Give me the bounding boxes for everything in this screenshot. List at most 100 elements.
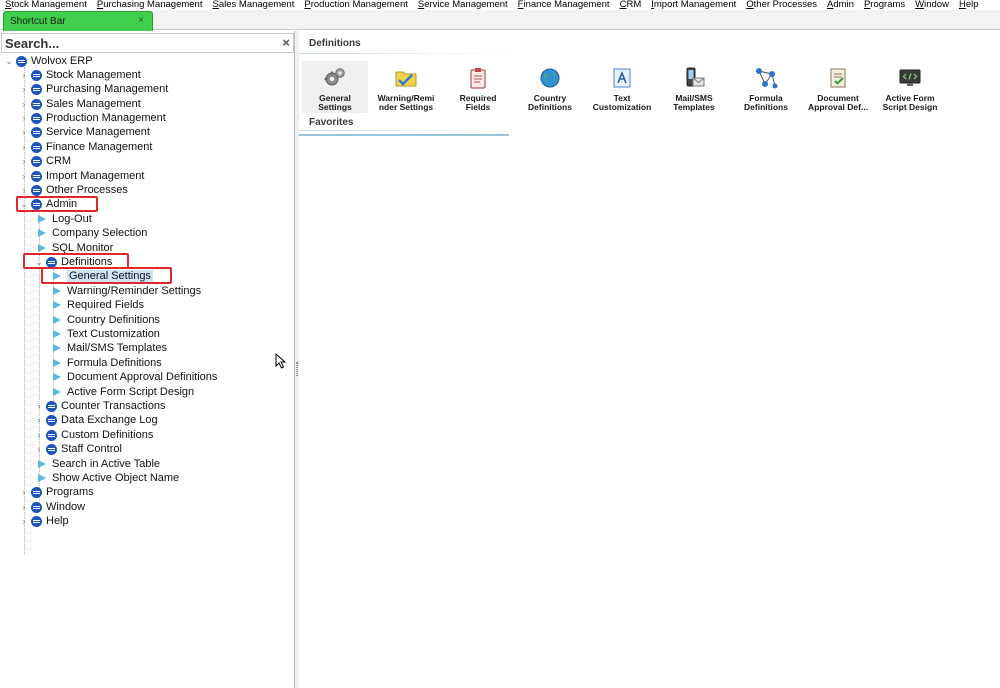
tree-item-import-management[interactable]: › Import Management: [19, 169, 145, 183]
tree-item-crm[interactable]: › CRM: [19, 154, 72, 168]
shortcut-general-settings[interactable]: General Settings: [302, 61, 368, 113]
tree-item-label: Data Exchange Log: [61, 414, 158, 426]
tree-item-active-form-script-design[interactable]: Active Form Script Design: [51, 385, 194, 399]
chevron-right-icon[interactable]: ›: [19, 485, 29, 499]
tree-item-label: Sales Management: [46, 98, 141, 110]
chevron-right-icon[interactable]: ›: [19, 111, 29, 125]
module-icon: [46, 429, 57, 441]
shortcut-label-line2: Customization: [592, 102, 652, 112]
chevron-right-icon[interactable]: ›: [19, 154, 29, 168]
tree-item-custom-definitions[interactable]: › Custom Definitions: [34, 428, 154, 442]
chevron-right-icon[interactable]: ›: [34, 413, 44, 427]
module-icon: [31, 98, 42, 110]
close-icon[interactable]: ×: [138, 15, 144, 26]
chevron-right-icon[interactable]: ›: [19, 68, 29, 82]
chevron-down-icon[interactable]: ⌄: [4, 54, 14, 68]
module-icon: [46, 414, 57, 426]
search-box: ×: [1, 33, 294, 53]
tree-item-text-customization[interactable]: Text Customization: [51, 327, 160, 341]
menu-service-management[interactable]: Service Management: [418, 0, 508, 10]
shortcut-mail-sms-templates[interactable]: Mail/SMS Templates: [661, 61, 727, 113]
chevron-right-icon[interactable]: ›: [34, 399, 44, 413]
shortcut-text-customization[interactable]: Text Customization: [589, 61, 655, 113]
text-edit-icon: [609, 65, 635, 91]
splitter-grip-icon[interactable]: [296, 362, 298, 376]
menu-finance-management[interactable]: Finance Management: [518, 0, 610, 10]
tree-item-programs[interactable]: › Programs: [19, 485, 94, 499]
tree-item-country-definitions[interactable]: Country Definitions: [51, 313, 160, 327]
menu-programs[interactable]: Programs: [864, 0, 905, 10]
menu-help[interactable]: Help: [959, 0, 979, 10]
leaf-arrow-icon: [53, 388, 61, 396]
tree-item-mail-sms-templates[interactable]: Mail/SMS Templates: [51, 341, 167, 355]
tree-item-required-fields[interactable]: Required Fields: [51, 298, 144, 312]
tree-item-help[interactable]: › Help: [19, 514, 69, 528]
tree-item-warning-reminder-settings[interactable]: Warning/Reminder Settings: [51, 284, 201, 298]
chevron-right-icon[interactable]: ›: [19, 169, 29, 183]
shortcut-required-fields[interactable]: Required Fields: [445, 61, 511, 113]
menu-import-management[interactable]: Import Management: [651, 0, 736, 10]
shortcut-document-approval-definitions[interactable]: Document Approval Def...: [805, 61, 871, 113]
section-divider: [299, 130, 509, 131]
tree-item-search-in-active-table[interactable]: Search in Active Table: [36, 457, 160, 471]
menu-window[interactable]: Window: [915, 0, 949, 10]
chevron-right-icon[interactable]: ›: [19, 97, 29, 111]
search-input[interactable]: [5, 34, 275, 52]
chevron-right-icon[interactable]: ›: [19, 140, 29, 154]
clear-search-icon[interactable]: ×: [282, 35, 290, 50]
chevron-right-icon[interactable]: ›: [19, 500, 29, 514]
tree-item-stock-management[interactable]: › Stock Management: [19, 68, 141, 82]
tree-item-label: Production Management: [46, 112, 166, 124]
shortcut-warning-reminder-settings[interactable]: Warning/Remi nder Settings: [373, 61, 439, 113]
menu-admin[interactable]: Admin: [827, 0, 854, 10]
module-icon: [31, 486, 42, 498]
menu-stock-management[interactable]: Stock Management: [5, 0, 87, 10]
tree-item-company-selection[interactable]: Company Selection: [36, 226, 147, 240]
tree-item-document-approval-definitions[interactable]: Document Approval Definitions: [51, 370, 217, 384]
chevron-right-icon[interactable]: ›: [19, 82, 29, 96]
tree-item-window[interactable]: › Window: [19, 500, 86, 514]
tree-item-data-exchange-log[interactable]: › Data Exchange Log: [34, 413, 158, 427]
chevron-right-icon[interactable]: ›: [19, 183, 29, 197]
tree-item-show-active-object-name[interactable]: Show Active Object Name: [36, 471, 179, 485]
menu-sales-management[interactable]: Sales Management: [213, 0, 295, 10]
tree-item-label: Counter Transactions: [61, 400, 166, 412]
leaf-arrow-icon: [53, 287, 61, 295]
tree-item-finance-management[interactable]: › Finance Management: [19, 140, 153, 154]
tree-item-label: Window: [46, 501, 86, 513]
tree-item-production-management[interactable]: › Production Management: [19, 111, 166, 125]
tree-item-label: Country Definitions: [67, 314, 160, 326]
shortcut-label-line2: Fields: [465, 102, 491, 112]
chevron-right-icon[interactable]: ›: [34, 428, 44, 442]
leaf-arrow-icon: [53, 359, 61, 367]
tree-item-formula-definitions[interactable]: Formula Definitions: [51, 356, 162, 370]
menu-purchasing-management[interactable]: Purchasing Management: [97, 0, 203, 10]
tree-item-counter-transactions[interactable]: › Counter Transactions: [34, 399, 166, 413]
tree-item-label: Text Customization: [67, 328, 160, 340]
tree-item-sales-management[interactable]: › Sales Management: [19, 97, 141, 111]
shortcut-country-definitions[interactable]: Country Definitions: [517, 61, 583, 113]
tree-item-other-processes[interactable]: › Other Processes: [19, 183, 128, 197]
tab-shortcut-bar[interactable]: Shortcut Bar ×: [3, 11, 153, 31]
tree-item-staff-control[interactable]: › Staff Control: [34, 442, 122, 456]
tree-item-label: Search in Active Table: [52, 458, 161, 470]
tree-item-purchasing-management[interactable]: › Purchasing Management: [19, 82, 169, 96]
module-icon: [16, 55, 27, 67]
menu-production-management[interactable]: Production Management: [304, 0, 408, 10]
phone-mail-icon: [681, 65, 707, 91]
chevron-right-icon[interactable]: ›: [19, 514, 29, 528]
shortcut-active-form-script-design[interactable]: Active Form Script Design: [877, 61, 943, 113]
leaf-arrow-icon: [53, 330, 61, 338]
tree-item-label: Stock Management: [46, 69, 141, 81]
menu-crm[interactable]: CRM: [620, 0, 642, 10]
tree-item-service-management[interactable]: › Service Management: [19, 125, 150, 139]
shortcut-label-line2: nder Settings: [378, 102, 434, 112]
tree-item-wolvox-erp[interactable]: ⌄ Wolvox ERP: [4, 54, 92, 68]
gears-icon: [322, 65, 348, 91]
menu-other-processes[interactable]: Other Processes: [746, 0, 817, 10]
shortcut-formula-definitions[interactable]: Formula Definitions: [733, 61, 799, 113]
tree-item-log-out[interactable]: Log-Out: [36, 212, 92, 226]
tree-item-label: Show Active Object Name: [52, 472, 180, 484]
chevron-right-icon[interactable]: ›: [34, 442, 44, 456]
chevron-right-icon[interactable]: ›: [19, 125, 29, 139]
